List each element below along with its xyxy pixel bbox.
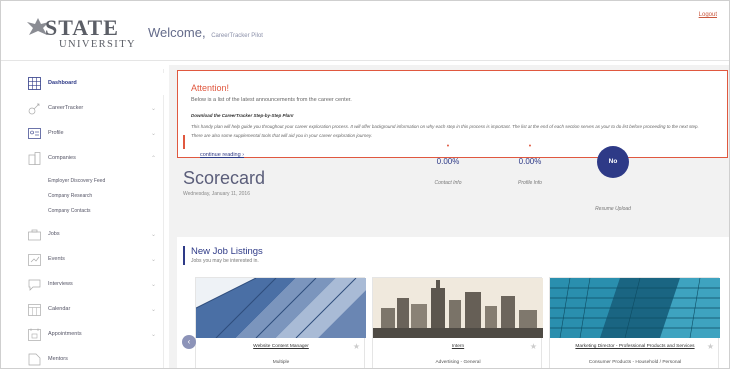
chevron-left-icon: ‹ [187, 337, 191, 346]
chevron-down-icon: ⌄ [150, 282, 156, 288]
sidebar-item-interviews[interactable]: Interviews ⌄ [17, 274, 164, 296]
resume-upload-badge[interactable]: No [597, 146, 629, 178]
stat-profile-info: • 0.00% Profile Info [500, 143, 560, 186]
logout-link[interactable]: Logout [699, 12, 717, 18]
job-category: Advertising - General [435, 360, 481, 365]
announcement-title: Attention! [191, 83, 230, 93]
sidebar-item-profile[interactable]: Profile ⌄ [17, 123, 164, 145]
calendar-icon [28, 304, 41, 316]
stat-label: Contact Info [434, 180, 462, 186]
job-title-link[interactable]: Marketing Director - Professional Produc… [550, 344, 720, 349]
job-title-link[interactable]: Intern [373, 344, 543, 349]
scorecard-title: Scorecard [183, 168, 266, 188]
sidebar-item-calendar[interactable]: Calendar ⌄ [17, 299, 164, 321]
chevron-down-icon: ⌄ [150, 232, 156, 238]
sidebar-item-careertracker[interactable]: CareerTracker ⌄ [17, 98, 164, 120]
sidebar-subitem-company-contacts[interactable]: Company Contacts [48, 208, 91, 214]
companies-icon [28, 152, 41, 165]
header: STATE UNIVERSITY Welcome, CareerTracker … [1, 1, 729, 61]
continue-reading-link[interactable]: continue reading › [200, 152, 244, 158]
stat-value: 0.00% [436, 157, 460, 166]
sidebar-item-companies[interactable]: Companies ⌃ [17, 148, 164, 170]
sidebar-item-label: Interviews [48, 281, 73, 287]
welcome-user-name: CareerTracker Pilot [211, 33, 263, 39]
stat-label: Profile Info [518, 180, 542, 186]
sidebar-item-events[interactable]: Events ⌄ [17, 249, 164, 271]
announcement-accent-bar [183, 135, 185, 149]
chevron-down-icon: ⌄ [150, 307, 156, 313]
chevron-up-icon: ⌃ [150, 156, 156, 162]
sidebar-subitem-company-research[interactable]: Company Research [48, 193, 92, 199]
jobs-accent-bar [183, 246, 185, 265]
jobs-icon [28, 229, 41, 241]
sidebar-item-label: Jobs [48, 231, 60, 237]
sidebar-item-label: Appointments [48, 331, 82, 337]
sidebar-item-label: Mentors [48, 356, 68, 362]
sidebar-item-label: Companies [48, 155, 76, 161]
announcement-headline: Download the CareerTracker Step-by-Step … [191, 113, 294, 118]
sidebar-subitem-employer-discovery-feed[interactable]: Employer Discovery Feed [48, 178, 105, 184]
job-listings-title: New Job Listings [191, 246, 263, 257]
app-window: STATE UNIVERSITY Welcome, CareerTracker … [0, 0, 730, 369]
welcome-message: Welcome, CareerTracker Pilot [148, 25, 263, 40]
resume-upload-label: Resume Upload [595, 206, 631, 212]
sidebar-item-label: Profile [48, 130, 64, 136]
dashboard-icon [28, 77, 41, 90]
sidebar-item-label: Calendar [48, 306, 71, 312]
sidebar-item-label: Dashboard [48, 80, 77, 86]
main-content: Attention! Below is a list of the latest… [169, 65, 729, 368]
job-card-image [550, 278, 720, 338]
job-card-image [196, 278, 366, 338]
profile-icon [28, 128, 41, 139]
sidebar-nav: Dashboard CareerTracker ⌄ Profile ⌄ Comp… [17, 69, 170, 368]
appointments-icon [28, 328, 41, 341]
sidebar-item-label: CareerTracker [48, 105, 84, 111]
welcome-label: Welcome, [148, 25, 206, 40]
job-card[interactable]: ★ Marketing Director - Professional Prod… [549, 277, 720, 368]
logo-state-text: STATE [45, 15, 119, 40]
scorecard-date: Wednesday, January 11, 2016 [183, 191, 250, 197]
job-title-link[interactable]: Website Content Manager [196, 344, 366, 349]
interviews-icon [28, 279, 41, 291]
sidebar-item-label: Events [48, 256, 65, 262]
job-listings-subtitle: Jobs you may be interested in. [191, 258, 259, 264]
sidebar-item-dashboard[interactable]: Dashboard [17, 73, 170, 95]
chevron-down-icon: ⌄ [150, 106, 156, 112]
job-card[interactable]: ★ Intern Advertising - General [372, 277, 543, 368]
chevron-down-icon: ⌄ [150, 131, 156, 137]
sidebar-item-mentors[interactable]: Mentors [17, 349, 164, 368]
sidebar-item-appointments[interactable]: Appointments ⌄ [17, 324, 164, 346]
job-category: Multiple [272, 360, 290, 365]
job-card-image [373, 278, 543, 338]
career-tracker-icon [28, 103, 40, 115]
job-card[interactable]: ★ Website Content Manager Multiple [195, 277, 366, 368]
chevron-down-icon: ⌄ [150, 257, 156, 263]
job-listings-panel: New Job Listings Jobs you may be interes… [177, 237, 729, 368]
events-icon [28, 254, 41, 266]
sidebar-item-jobs[interactable]: Jobs ⌄ [17, 224, 164, 246]
logo-university-text: UNIVERSITY [59, 39, 136, 50]
job-category: Consumer Products - Household / Personal [588, 360, 682, 365]
carousel-prev-button[interactable]: ‹ [182, 335, 196, 349]
announcement-subtitle: Below is a list of the latest announceme… [191, 97, 352, 103]
stat-contact-info: • 0.00% Contact Info [418, 143, 478, 186]
mentors-icon [28, 353, 41, 366]
chevron-down-icon: ⌄ [150, 332, 156, 338]
announcement-body: This handy plan will help guide you thro… [191, 124, 699, 138]
stat-value: 0.00% [518, 157, 542, 166]
university-logo[interactable]: STATE UNIVERSITY [25, 13, 135, 51]
status-dot: • [528, 143, 532, 150]
status-dot: • [446, 143, 450, 150]
